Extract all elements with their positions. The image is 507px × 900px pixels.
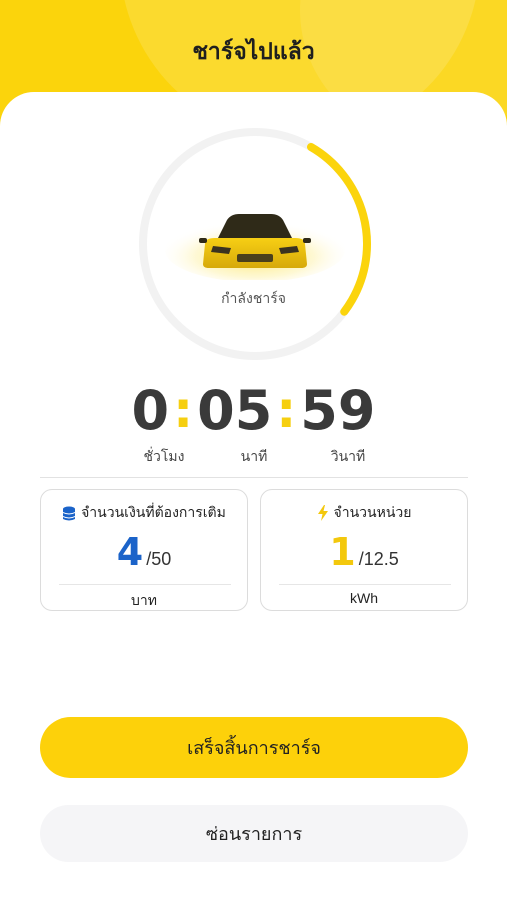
- finish-charging-button[interactable]: เสร็จสิ้นการชาร์จ: [40, 717, 468, 778]
- money-unit: บาท: [131, 592, 157, 608]
- seconds-label: วินาที: [330, 448, 366, 464]
- money-box-title: จำนวนเงินที่ต้องการเติม: [81, 504, 226, 520]
- energy-current-value: 1: [329, 530, 356, 574]
- lightning-icon: [317, 505, 328, 521]
- timer-separator: :: [276, 381, 297, 439]
- minutes-label: นาที: [240, 448, 268, 464]
- hours-label: ชั่วโมง: [143, 448, 185, 464]
- car-icon: [165, 200, 345, 282]
- charging-status-label: กำลังชาร์จ: [221, 290, 286, 306]
- timer-separator: :: [173, 381, 194, 439]
- money-box-divider: [59, 584, 231, 585]
- energy-unit: kWh: [350, 590, 378, 606]
- charging-timer: 0 : 05 : 59: [0, 378, 507, 442]
- energy-box-title: จำนวนหน่วย: [333, 504, 412, 520]
- timer-hours: 0: [131, 378, 170, 442]
- hide-list-button[interactable]: ซ่อนรายการ: [40, 805, 468, 862]
- page-title: ชาร์จไปแล้ว: [192, 38, 315, 64]
- divider: [40, 477, 468, 478]
- money-total-value: /50: [146, 549, 172, 569]
- energy-info-box: จำนวนหน่วย 1 /12.5 kWh: [260, 489, 468, 611]
- money-info-box: จำนวนเงินที่ต้องการเติม 4 /50 บาท: [40, 489, 248, 611]
- energy-total-value: /12.5: [358, 549, 399, 569]
- money-current-value: 4: [116, 530, 144, 574]
- coins-icon: [63, 506, 76, 520]
- energy-box-divider: [279, 584, 451, 585]
- timer-minutes: 05: [197, 378, 273, 442]
- timer-seconds: 59: [300, 378, 376, 442]
